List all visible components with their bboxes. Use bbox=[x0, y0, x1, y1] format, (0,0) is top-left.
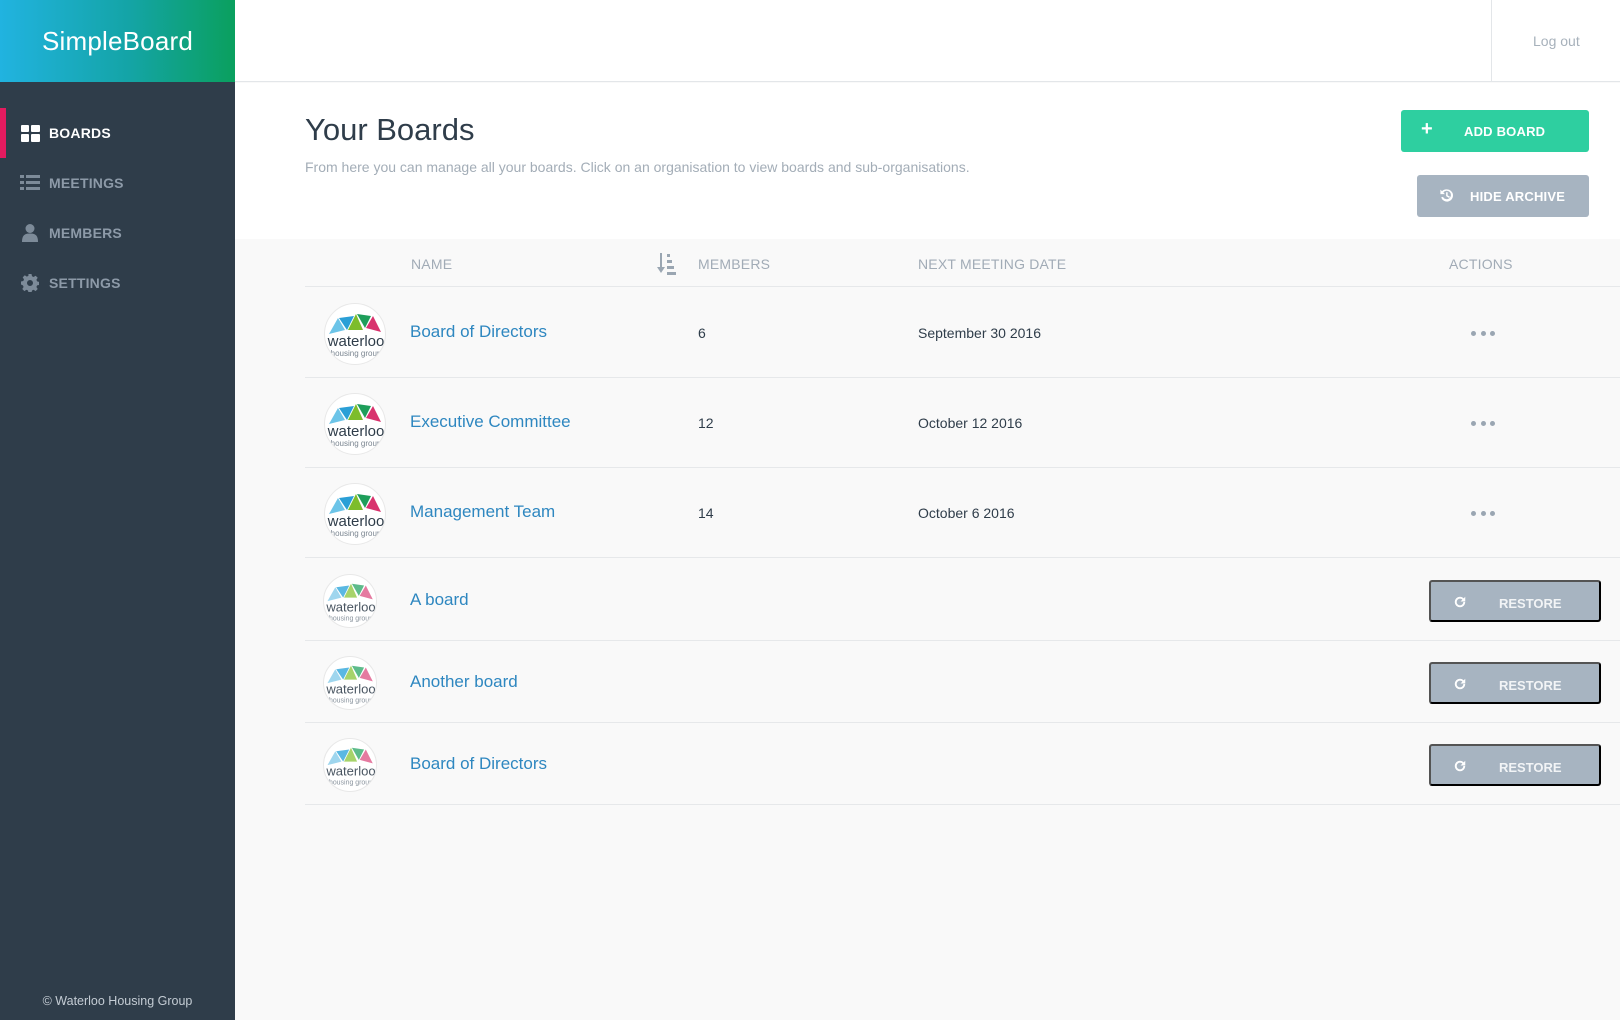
board-name-link[interactable]: Board of Directors bbox=[410, 754, 547, 774]
grid-icon bbox=[19, 123, 41, 143]
next-meeting-date: October 12 2016 bbox=[918, 415, 1023, 431]
organisation-logo: waterloo housing group bbox=[323, 574, 377, 628]
page-title: Your Boards bbox=[305, 112, 475, 147]
svg-text:housing group: housing group bbox=[331, 439, 382, 448]
sidebar-item-members[interactable]: MEMBERS bbox=[0, 208, 235, 258]
restore-label: RESTORE bbox=[1499, 760, 1562, 775]
svg-text:housing group: housing group bbox=[329, 779, 373, 786]
refresh-icon bbox=[1453, 595, 1467, 612]
archived-row[interactable]: waterloo housing group Board of Director… bbox=[305, 723, 1620, 805]
board-name-link[interactable]: Board of Directors bbox=[410, 322, 547, 342]
table-row[interactable]: waterloo housing group Board of Director… bbox=[305, 288, 1620, 378]
sidebar-item-settings[interactable]: SETTINGS bbox=[0, 258, 235, 308]
add-board-label: ADD BOARD bbox=[1464, 124, 1546, 139]
restore-label: RESTORE bbox=[1499, 678, 1562, 693]
column-header-actions: ACTIONS bbox=[1449, 256, 1513, 272]
sidebar-item-label: SETTINGS bbox=[49, 275, 121, 291]
column-header-members: MEMBERS bbox=[698, 256, 771, 272]
members-count: 12 bbox=[698, 415, 714, 431]
sidebar: SimpleBoard BOARDS MEETINGS MEMBERS SETT… bbox=[0, 0, 235, 1020]
restore-button[interactable]: RESTORE bbox=[1429, 662, 1601, 704]
svg-text:waterloo: waterloo bbox=[325, 764, 375, 779]
sidebar-item-label: MEETINGS bbox=[49, 175, 124, 191]
table-row[interactable]: waterloo housing group Management Team 1… bbox=[305, 468, 1620, 558]
gear-icon bbox=[19, 273, 41, 293]
user-icon bbox=[19, 223, 41, 243]
restore-button[interactable]: RESTORE bbox=[1429, 744, 1601, 786]
logout-link[interactable]: Log out bbox=[1533, 33, 1580, 49]
more-actions-icon[interactable] bbox=[1471, 417, 1495, 429]
history-icon bbox=[1439, 188, 1454, 206]
board-name-link[interactable]: Management Team bbox=[410, 502, 555, 522]
top-bar bbox=[235, 0, 1620, 82]
more-actions-icon[interactable] bbox=[1471, 507, 1495, 519]
restore-button[interactable]: RESTORE bbox=[1429, 580, 1601, 622]
svg-text:waterloo: waterloo bbox=[325, 682, 375, 697]
table-row[interactable]: waterloo housing group Executive Committ… bbox=[305, 378, 1620, 468]
copyright-text: © Waterloo Housing Group bbox=[42, 994, 193, 1008]
plus-icon: + bbox=[1421, 118, 1433, 140]
svg-text:waterloo: waterloo bbox=[327, 333, 385, 350]
svg-text:housing group: housing group bbox=[331, 529, 382, 538]
svg-text:housing group: housing group bbox=[329, 615, 373, 622]
sidebar-item-meetings[interactable]: MEETINGS bbox=[0, 158, 235, 208]
board-name-link[interactable]: Another board bbox=[410, 672, 518, 692]
brand-header: SimpleBoard bbox=[0, 0, 235, 82]
svg-text:waterloo: waterloo bbox=[327, 513, 385, 530]
archived-row[interactable]: waterloo housing group Another board RES… bbox=[305, 641, 1620, 723]
more-actions-icon[interactable] bbox=[1471, 327, 1495, 339]
sidebar-item-label: MEMBERS bbox=[49, 225, 122, 241]
sidebar-nav: BOARDS MEETINGS MEMBERS SETTINGS bbox=[0, 108, 235, 308]
refresh-icon bbox=[1453, 677, 1467, 694]
organisation-logo: waterloo housing group bbox=[324, 483, 386, 545]
next-meeting-date: October 6 2016 bbox=[918, 505, 1015, 521]
restore-label: RESTORE bbox=[1499, 596, 1562, 611]
sidebar-item-boards[interactable]: BOARDS bbox=[0, 108, 235, 158]
table-header: NAME MEMBERS NEXT MEETING DATE ACTIONS bbox=[305, 239, 1620, 287]
svg-text:waterloo: waterloo bbox=[325, 600, 375, 615]
organisation-logo: waterloo housing group bbox=[324, 393, 386, 455]
sort-icon[interactable] bbox=[657, 253, 677, 280]
refresh-icon bbox=[1453, 759, 1467, 776]
svg-text:housing group: housing group bbox=[329, 697, 373, 704]
board-name-link[interactable]: Executive Committee bbox=[410, 412, 571, 432]
members-count: 14 bbox=[698, 505, 714, 521]
app-logo[interactable]: SimpleBoard bbox=[42, 26, 193, 57]
organisation-logo: waterloo housing group bbox=[323, 738, 377, 792]
board-name-link[interactable]: A board bbox=[410, 590, 469, 610]
column-header-name[interactable]: NAME bbox=[411, 256, 452, 272]
archived-row[interactable]: waterloo housing group A board RESTORE bbox=[305, 559, 1620, 641]
organisation-logo: waterloo housing group bbox=[324, 303, 386, 365]
members-count: 6 bbox=[698, 325, 706, 341]
hide-archive-label: HIDE ARCHIVE bbox=[1470, 189, 1566, 204]
hide-archive-button[interactable]: HIDE ARCHIVE bbox=[1417, 175, 1589, 217]
list-icon bbox=[19, 173, 41, 193]
column-header-next-meeting: NEXT MEETING DATE bbox=[918, 256, 1067, 272]
next-meeting-date: September 30 2016 bbox=[918, 325, 1041, 341]
page-subtitle: From here you can manage all your boards… bbox=[305, 159, 970, 175]
svg-text:waterloo: waterloo bbox=[327, 423, 385, 440]
svg-text:housing group: housing group bbox=[331, 349, 382, 358]
organisation-logo: waterloo housing group bbox=[323, 656, 377, 710]
sidebar-item-label: BOARDS bbox=[49, 125, 111, 141]
add-board-button[interactable]: + ADD BOARD bbox=[1401, 110, 1589, 152]
topbar-divider bbox=[1491, 0, 1492, 82]
